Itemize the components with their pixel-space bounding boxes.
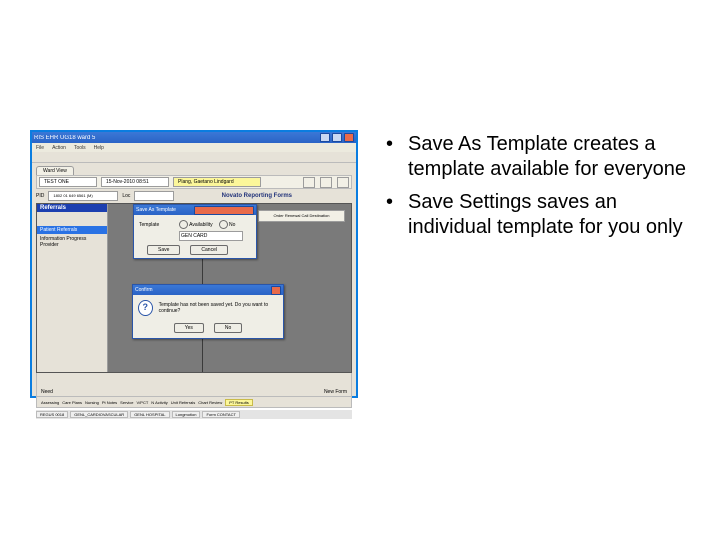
toolbar-delete-icon[interactable] bbox=[303, 177, 315, 188]
strip-item[interactable]: Pt Notes bbox=[102, 400, 117, 405]
strip-item[interactable]: V/PCT bbox=[137, 400, 149, 405]
strip-item[interactable]: N Activity bbox=[151, 400, 167, 405]
bullet-list: Save As Template creates a template avai… bbox=[380, 132, 690, 248]
dialog-title: Save As Template bbox=[136, 207, 194, 213]
close-icon[interactable] bbox=[344, 133, 354, 142]
loc-label: Loc bbox=[122, 193, 130, 199]
tab-strip: Assessing Care Plans Nursing Pt Notes Se… bbox=[36, 397, 352, 408]
status-cell: GENL_CARDIOVASCULAR bbox=[70, 411, 128, 418]
loc-value bbox=[134, 191, 174, 201]
strip-item[interactable]: Unit Referrals bbox=[171, 400, 195, 405]
dialog-titlebar: Save As Template bbox=[134, 205, 256, 215]
new-form-label[interactable]: New Form bbox=[324, 389, 347, 395]
patient-date: 15-Nov-2010 08:51 bbox=[101, 177, 169, 187]
cancel-button[interactable]: Cancel bbox=[190, 245, 228, 255]
forms-title: Novato Reporting Forms bbox=[222, 193, 292, 199]
strip-item[interactable]: Nursing bbox=[85, 400, 99, 405]
menu-item[interactable]: Help bbox=[94, 145, 104, 151]
window-titlebar: RIS EHR UG18 ward 5 bbox=[32, 132, 356, 143]
question-icon: ? bbox=[138, 300, 153, 316]
radio-yes[interactable]: Availability bbox=[179, 220, 213, 229]
strip-item[interactable]: Assessing bbox=[41, 400, 59, 405]
strip-item[interactable]: Service bbox=[120, 400, 133, 405]
patient-location: Plang, Gaetano Lindgard bbox=[173, 177, 261, 187]
patient-id: TEST ONE bbox=[39, 177, 97, 187]
pid-value: 1802 01 649 6561 (M) bbox=[48, 191, 118, 201]
status-cell: Form CONTACT bbox=[202, 411, 239, 418]
strip-item[interactable]: Chart Review bbox=[198, 400, 222, 405]
need-label: Need bbox=[41, 389, 53, 395]
dialog-close-icon[interactable] bbox=[194, 206, 254, 215]
status-cell: Longmotion bbox=[172, 411, 201, 418]
workspace: Referrals Patient Referrals Information … bbox=[36, 203, 352, 373]
window-title: RIS EHR UG18 ward 5 bbox=[34, 135, 318, 141]
template-label: Template bbox=[139, 222, 175, 228]
tab-ward-view[interactable]: Ward View bbox=[36, 166, 74, 175]
maximize-icon[interactable] bbox=[332, 133, 342, 142]
confirm-titlebar: Confirm bbox=[133, 285, 283, 295]
status-cell: REGUS 0018 bbox=[36, 411, 68, 418]
yes-button[interactable]: Yes bbox=[174, 323, 204, 333]
patient-info-bar: TEST ONE 15-Nov-2010 08:51 Plang, Gaetan… bbox=[36, 175, 352, 189]
pid-label: PID bbox=[36, 193, 44, 199]
save-template-dialog: Save As Template Template Availability N… bbox=[133, 204, 257, 259]
toolbar-info-icon[interactable] bbox=[320, 177, 332, 188]
bullet-item: Save As Template creates a template avai… bbox=[380, 132, 690, 182]
left-panel: Referrals Patient Referrals Information … bbox=[37, 204, 108, 372]
referrals-header: Referrals bbox=[37, 204, 107, 212]
bottom-bar: Need New Form bbox=[36, 373, 352, 397]
status-bar: REGUS 0018 GENL_CARDIOVASCULAR GENL HOSP… bbox=[36, 410, 352, 419]
save-button[interactable]: Save bbox=[147, 245, 180, 255]
order-renewal-box[interactable]: Order Renewal Call Destination bbox=[258, 210, 345, 222]
confirm-dialog: Confirm ? Template has not been saved ye… bbox=[132, 284, 284, 339]
confirm-close-icon[interactable] bbox=[271, 286, 281, 295]
strip-item[interactable]: Care Plans bbox=[62, 400, 82, 405]
app-screenshot: RIS EHR UG18 ward 5 File Action Tools He… bbox=[30, 130, 358, 398]
sub-info-bar: PID 1802 01 649 6561 (M) Loc Novato Repo… bbox=[36, 191, 352, 201]
menu-item[interactable]: Tools bbox=[74, 145, 86, 151]
tab-row: Ward View bbox=[32, 163, 356, 175]
menu-item[interactable]: File bbox=[36, 145, 44, 151]
toolbar-print-icon[interactable] bbox=[337, 177, 349, 188]
patient-referrals-row[interactable]: Patient Referrals bbox=[37, 226, 107, 234]
confirm-message: Template has not been saved yet. Do you … bbox=[159, 302, 278, 314]
menu-bar: File Action Tools Help bbox=[32, 143, 356, 152]
bullet-item: Save Settings saves an individual templa… bbox=[380, 190, 690, 240]
template-name-input[interactable] bbox=[179, 231, 243, 241]
strip-item-active[interactable]: PT Results bbox=[225, 399, 253, 406]
menu-item[interactable]: Action bbox=[52, 145, 66, 151]
no-button[interactable]: No bbox=[214, 323, 242, 333]
status-cell: GENL HOSPITAL bbox=[130, 411, 169, 418]
subtabs[interactable]: Information Progress Provider bbox=[37, 234, 107, 250]
radio-no[interactable]: No bbox=[219, 220, 236, 229]
confirm-title: Confirm bbox=[135, 287, 153, 293]
slide: Save As Template creates a template avai… bbox=[0, 0, 720, 540]
toolbar bbox=[32, 152, 356, 163]
radio-no-label: No bbox=[229, 222, 235, 228]
avail-label: Availability bbox=[189, 222, 213, 228]
minimize-icon[interactable] bbox=[320, 133, 330, 142]
